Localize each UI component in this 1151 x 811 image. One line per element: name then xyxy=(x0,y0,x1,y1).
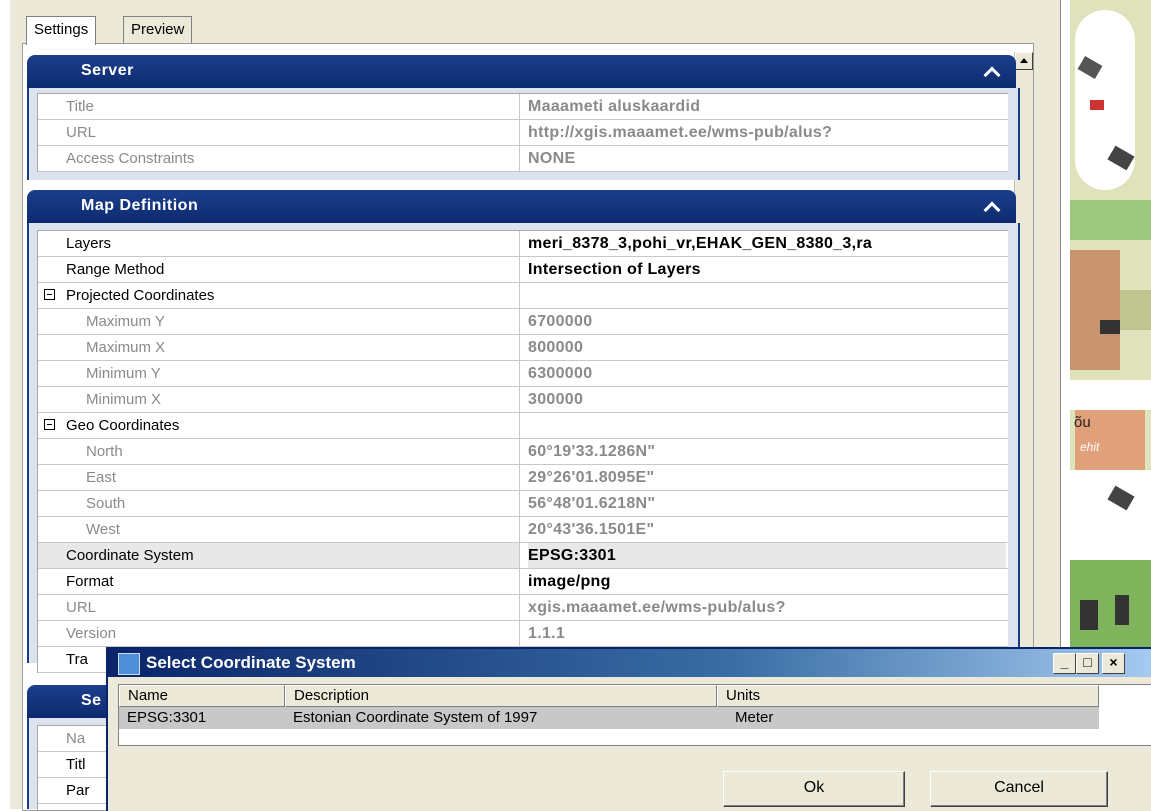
layers-row[interactable]: Layers meri_8378_3,pohi_vr,EHAK_GEN_8380_… xyxy=(38,231,1008,257)
property-row[interactable]: Maximum X 800000 xyxy=(38,335,1008,361)
version-row[interactable]: Version 1.1.1 xyxy=(38,621,1008,647)
maximize-icon[interactable]: □ xyxy=(1076,653,1099,674)
coordinate-system-row[interactable]: Coordinate System EPSG:3301 xyxy=(38,543,1008,569)
collapse-chevron-icon[interactable] xyxy=(983,201,1001,219)
cell-name: EPSG:3301 xyxy=(127,709,207,726)
cell-units: Meter xyxy=(735,709,774,726)
projected-coordinates-row[interactable]: Projected Coordinates xyxy=(38,283,1008,309)
range-method-row[interactable]: Range Method Intersection of Layers xyxy=(38,257,1008,283)
property-row[interactable]: North 60°19'33.1286N" xyxy=(38,439,1008,465)
column-header-name[interactable]: Name xyxy=(119,685,285,707)
url-row[interactable]: URL xgis.maaamet.ee/wms-pub/alus? xyxy=(38,595,1008,621)
scroll-up-icon[interactable] xyxy=(1015,52,1033,70)
collapse-chevron-icon[interactable] xyxy=(983,66,1001,84)
property-row[interactable]: East 29°26'01.8095E" xyxy=(38,465,1008,491)
map-label-ehit: ehit xyxy=(1080,440,1100,454)
dialog-title-bar[interactable]: Select Coordinate System _ □ × xyxy=(108,649,1151,677)
property-row[interactable]: South 56°48'01.6218N" xyxy=(38,491,1008,517)
geo-coordinates-row[interactable]: Geo Coordinates xyxy=(38,413,1008,439)
app-icon xyxy=(118,653,140,675)
dialog-title: Select Coordinate System xyxy=(146,653,356,672)
column-header-description[interactable]: Description xyxy=(285,685,717,707)
minimize-icon[interactable]: _ xyxy=(1053,653,1076,674)
property-row[interactable]: Minimum X 300000 xyxy=(38,387,1008,413)
property-row[interactable]: Minimum Y 6300000 xyxy=(38,361,1008,387)
select-coordinate-system-dialog: Select Coordinate System _ □ × Name Desc… xyxy=(106,647,1151,811)
cancel-button[interactable]: Cancel xyxy=(930,771,1108,807)
server-group-title: Server xyxy=(81,62,134,79)
property-row[interactable]: Access Constraints NONE xyxy=(38,146,1008,172)
map-definition-properties-grid: Layers meri_8378_3,pohi_vr,EHAK_GEN_8380_… xyxy=(37,230,1008,673)
list-item[interactable]: EPSG:3301 Estonian Coordinate System of … xyxy=(119,707,1099,729)
map-preview[interactable]: õu ehit xyxy=(1070,0,1151,650)
tab-preview[interactable]: Preview (Ready) xyxy=(123,16,193,64)
lower-group-title: Se xyxy=(81,692,102,709)
server-properties-grid: Title Maaameti aluskaardid URL http://xgis… xyxy=(37,93,1008,172)
map-definition-group-header[interactable]: Map Definition xyxy=(27,190,1016,223)
property-row[interactable]: URL http://xgis.maaamet.ee/wms-pub/alus? xyxy=(38,120,1008,146)
property-row[interactable]: Title Maaameti aluskaardid xyxy=(38,94,1008,120)
map-definition-group-title: Map Definition xyxy=(81,197,199,214)
coordinate-system-list[interactable]: Name Description Units EPSG:3301 Estonia… xyxy=(118,684,1151,746)
property-row[interactable]: West 20°43'36.1501E" xyxy=(38,517,1008,543)
column-header-units[interactable]: Units xyxy=(717,685,1099,707)
map-label-ou: õu xyxy=(1074,414,1091,431)
close-icon[interactable]: × xyxy=(1102,653,1125,674)
ok-button[interactable]: Ok xyxy=(723,771,905,807)
cell-description: Estonian Coordinate System of 1997 xyxy=(293,709,538,726)
format-row[interactable]: Format image/png xyxy=(38,569,1008,595)
property-row[interactable]: Maximum Y 6700000 xyxy=(38,309,1008,335)
server-group-header[interactable]: Server xyxy=(27,55,1016,88)
tab-settings[interactable]: Settings xyxy=(26,16,97,45)
